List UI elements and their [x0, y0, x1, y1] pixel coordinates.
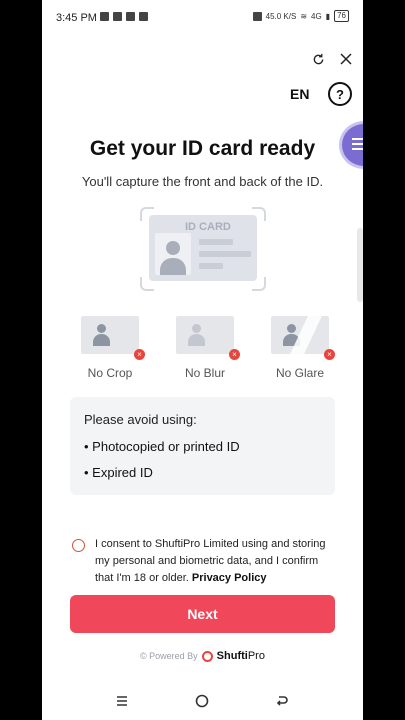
example-no-blur: × No Blur	[165, 316, 245, 380]
status-time: 3:45 PM	[56, 12, 97, 24]
back-icon[interactable]	[275, 694, 291, 710]
language-selector[interactable]: EN	[290, 86, 309, 102]
grid-icon	[113, 12, 122, 21]
thumb-body	[188, 334, 205, 346]
thumb-body	[93, 334, 110, 346]
video-icon	[100, 12, 109, 21]
id-card-illustration: ID CARD	[140, 207, 266, 291]
consent-text: I consent to ShuftiPro Limited using and…	[95, 536, 335, 587]
cropped-id-thumbnail: ×	[81, 316, 145, 360]
recents-icon[interactable]	[115, 694, 131, 710]
close-icon[interactable]	[337, 50, 355, 68]
avoid-info-box: Please avoid using: • Photocopied or pri…	[70, 397, 335, 495]
battery-icon: 76	[334, 10, 349, 22]
avoid-item-text: Photocopied or printed ID	[92, 439, 240, 454]
powered-by-text: © Powered By	[140, 651, 198, 661]
privacy-policy-link[interactable]: Privacy Policy	[192, 572, 267, 584]
consent-radio[interactable]	[72, 539, 85, 552]
id-card-label: ID CARD	[185, 221, 231, 233]
network-type: 4G	[311, 11, 322, 21]
square-icon	[126, 12, 135, 21]
example-no-crop: × No Crop	[70, 316, 150, 380]
powered-by: © Powered By ShuftiPro	[42, 650, 363, 662]
id-photo-body	[160, 258, 186, 275]
thumb-head	[287, 324, 296, 333]
example-label: No Crop	[87, 366, 133, 380]
system-nav-bar	[42, 690, 363, 714]
help-button[interactable]: ?	[328, 82, 352, 106]
avoid-title: Please avoid using:	[84, 412, 197, 427]
home-icon[interactable]	[195, 694, 211, 710]
id-text-line	[199, 263, 223, 269]
error-x-icon: ×	[324, 349, 335, 360]
status-bar: 3:45 PM 45.0 K/S ≋ 4G ▮ 76	[42, 0, 363, 36]
id-photo-head	[166, 241, 180, 255]
capture-examples: × No Crop × No Blur × No Glare	[70, 316, 340, 380]
error-x-icon: ×	[229, 349, 240, 360]
glare-id-thumbnail: ×	[271, 316, 335, 360]
error-x-icon: ×	[134, 349, 145, 360]
brand-bold: Shufti	[216, 650, 248, 662]
id-text-line	[199, 251, 251, 257]
id-card: ID CARD	[149, 215, 257, 281]
id-photo-icon	[155, 233, 191, 275]
page-subtitle: You'll capture the front and back of the…	[81, 174, 324, 189]
refresh-icon[interactable]	[309, 50, 327, 68]
example-label: No Blur	[184, 366, 225, 380]
example-label: No Glare	[275, 366, 325, 380]
thumb-head	[97, 324, 106, 333]
brand-light: Pro	[247, 650, 265, 662]
vibrate-icon	[252, 11, 262, 21]
brand-name: ShuftiPro	[217, 650, 265, 662]
wifi-icon: ≋	[300, 11, 308, 21]
signal-icon: ▮	[325, 11, 331, 21]
avoid-item-text: Expired ID	[92, 465, 153, 480]
side-handle[interactable]	[357, 228, 363, 302]
id-text-line	[199, 239, 233, 245]
blurred-id-thumbnail: ×	[176, 316, 240, 360]
net-speed: 45.0 K/S	[265, 11, 297, 21]
avoid-item: • Expired ID	[84, 465, 153, 480]
system-icons: 45.0 K/S ≋ 4G ▮ 76	[252, 10, 349, 22]
avoid-item: • Photocopied or printed ID	[84, 439, 240, 454]
app-screen: 3:45 PM 45.0 K/S ≋ 4G ▮ 76 EN ? Get your…	[42, 0, 363, 720]
thumb-head	[192, 324, 201, 333]
shuftipro-logo-icon	[201, 650, 213, 662]
camera-icon	[139, 12, 148, 21]
next-button[interactable]: Next	[70, 595, 335, 633]
notification-icons	[100, 12, 148, 21]
top-actions	[309, 50, 355, 68]
page-title: Get your ID card ready	[89, 137, 316, 160]
example-no-glare: × No Glare	[260, 316, 340, 380]
